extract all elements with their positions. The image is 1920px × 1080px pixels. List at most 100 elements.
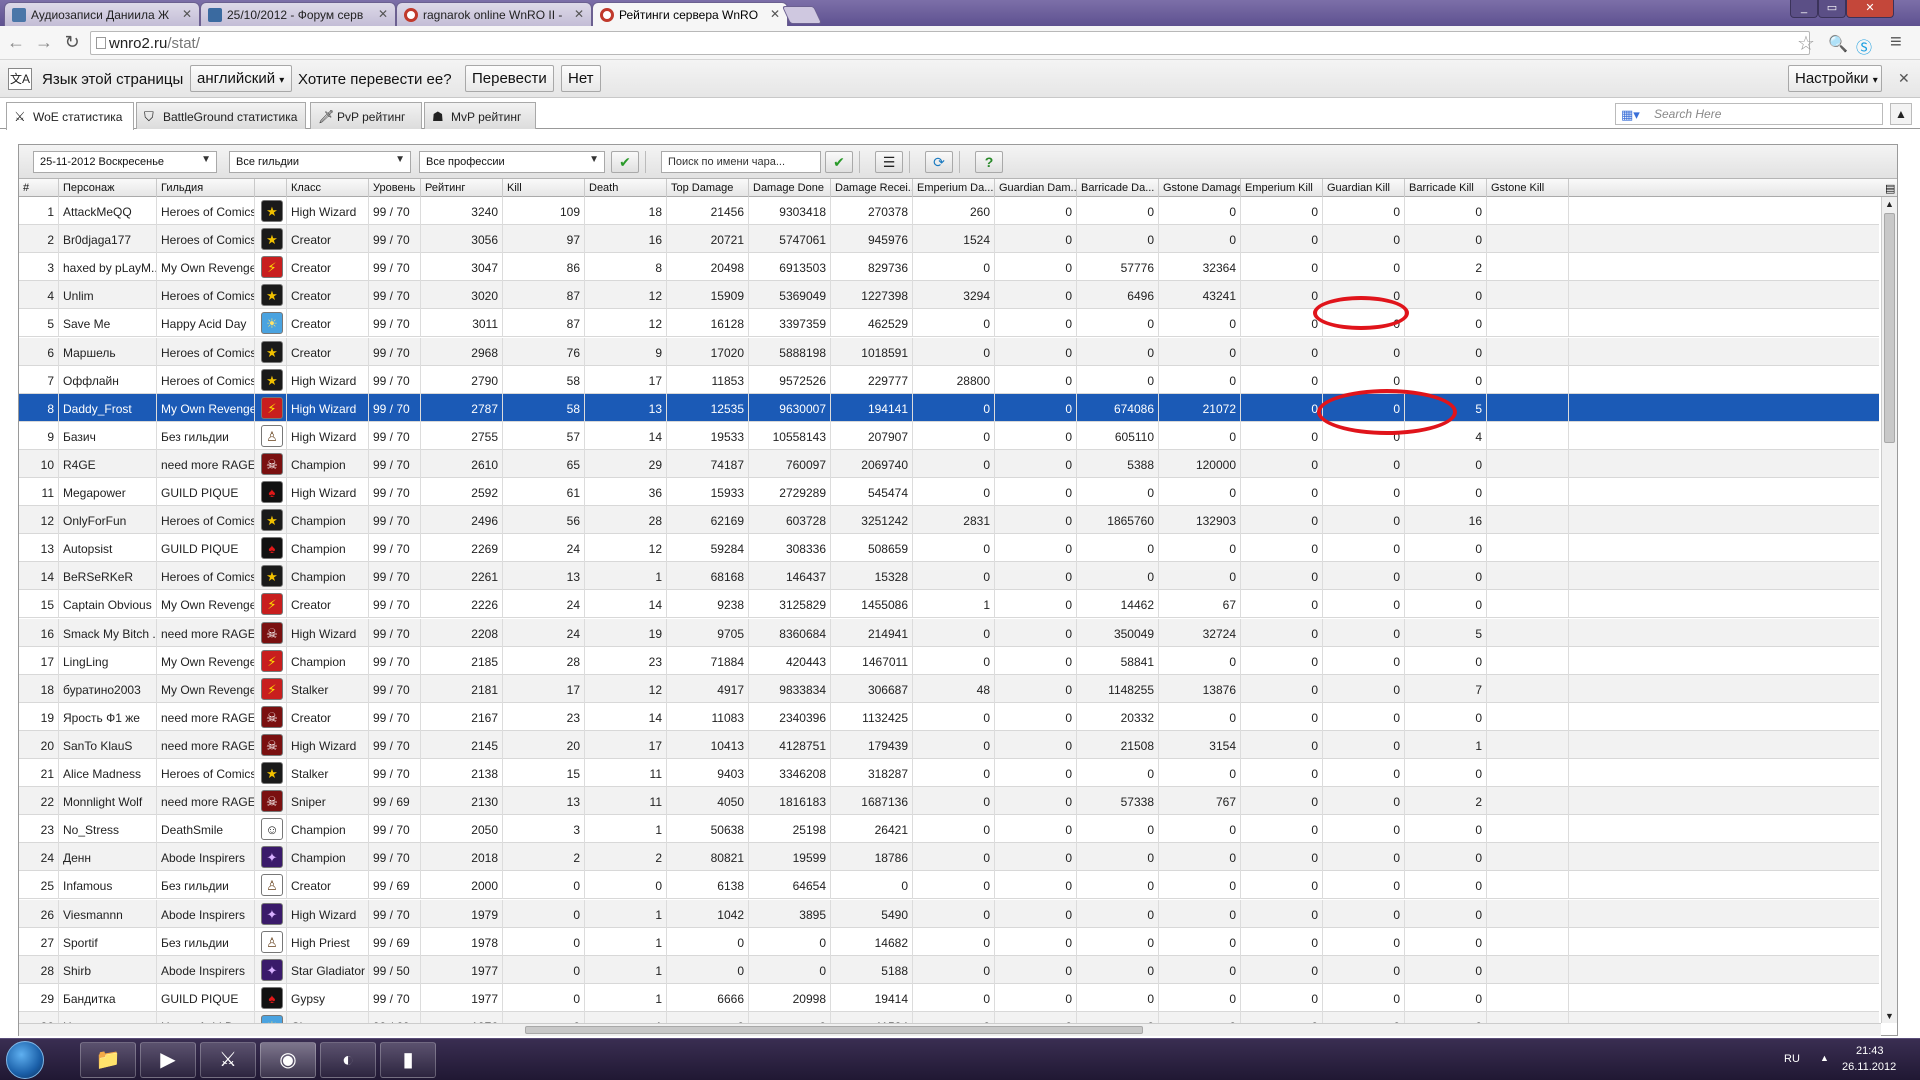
chevron-up-icon[interactable]: ▲: [1885, 199, 1894, 209]
table-row[interactable]: 30Herp-Happy Acid Day☀Clown99 / 69197601…: [19, 1012, 1879, 1023]
table-row[interactable]: 2 Br0djaga177 Heroes of Comics ★ Creator 99 /…: [19, 225, 1879, 253]
table-row[interactable]: 15 Captain Obvious My Own Revenge ⚡ Creator 9…: [19, 590, 1879, 618]
chevron-down-icon[interactable]: ▼: [1885, 1011, 1894, 1021]
column-header[interactable]: Barricade Da...: [1077, 179, 1159, 197]
column-header[interactable]: Персонаж: [59, 179, 157, 197]
language-indicator[interactable]: RU: [1784, 1053, 1800, 1065]
close-icon[interactable]: ✕: [182, 7, 192, 21]
column-header[interactable]: Emperium Kill: [1241, 179, 1323, 197]
translate-button[interactable]: Перевести: [465, 65, 554, 92]
table-row[interactable]: 8 Daddy_Frost My Own Revenge ⚡ High Wizard 99…: [19, 394, 1879, 422]
settings-button[interactable]: Настройки ▾: [1788, 65, 1882, 92]
table-row[interactable]: 21 Alice Madness Heroes of Comics ★ Stalker 9…: [19, 759, 1879, 787]
audio-app-icon[interactable]: ◐: [320, 1042, 376, 1078]
column-header[interactable]: Kill: [503, 179, 585, 197]
table-row[interactable]: 17 LingLing My Own Revenge ⚡ Champion 99 / 70…: [19, 647, 1879, 675]
table-row[interactable]: 19 Ярость Ф1 же need more RAGE ☠ Creator 99 /…: [19, 703, 1879, 731]
table-row[interactable]: 1 AttackMeQQ Heroes of Comics ★ High Wizard 9…: [19, 197, 1879, 225]
close-icon[interactable]: ✕: [378, 7, 388, 21]
column-header[interactable]: Guardian Kill: [1323, 179, 1405, 197]
column-header[interactable]: #: [19, 179, 59, 197]
table-row[interactable]: 25 Infamous Без гильдии ♙ Creator 99 / 69 2000…: [19, 871, 1879, 899]
clock-time[interactable]: 21:43: [1856, 1045, 1884, 1057]
clock-date[interactable]: 26.11.2012: [1842, 1061, 1896, 1073]
close-window-button[interactable]: ✕: [1846, 0, 1894, 18]
browser-tab-2[interactable]: 25/10/2012 - Форум серв ✕: [200, 2, 396, 26]
start-button[interactable]: [6, 1041, 44, 1079]
scroll-thumb[interactable]: [525, 1026, 1143, 1034]
column-header[interactable]: Top Damage: [667, 179, 749, 197]
column-header[interactable]: Damage Recei...: [831, 179, 913, 197]
tab-pvp[interactable]: 🗡 PvP рейтинг: [310, 102, 422, 129]
close-icon[interactable]: ✕: [770, 7, 780, 21]
game-icon[interactable]: ⚔: [200, 1042, 256, 1078]
table-row[interactable]: 20 SanTo KlauS need more RAGE ☠ High Wizard 9…: [19, 731, 1879, 759]
table-row[interactable]: 9 Базич Без гильдии ♙ High Wizard 99 / 70 2755…: [19, 422, 1879, 450]
refresh-button[interactable]: ⟳: [925, 151, 953, 173]
column-header[interactable]: Emperium Da...: [913, 179, 995, 197]
help-button[interactable]: ?: [975, 151, 1003, 173]
column-header[interactable]: Barricade Kill: [1405, 179, 1487, 197]
language-select[interactable]: английский ▾: [190, 65, 292, 92]
table-row[interactable]: 18 буратино2003 My Own Revenge ⚡ Stalker 99 /…: [19, 675, 1879, 703]
search-button[interactable]: ✔: [825, 151, 853, 173]
table-row[interactable]: 27 Sportif Без гильдии ♙ High Priest 99 / 69 1…: [19, 928, 1879, 956]
table-row[interactable]: 24 Денн Abode Inspirers ✦ Champion 99 / 70 201…: [19, 843, 1879, 871]
table-row[interactable]: 6 Маршель Heroes of Comics ★ Creator 99 / 70 2…: [19, 338, 1879, 366]
apply-filter-button[interactable]: ✔: [611, 151, 639, 173]
table-row[interactable]: 26 Viesmannn Abode Inspirers ✦ High Wizard 99…: [19, 900, 1879, 928]
reload-button[interactable]: ↻: [60, 31, 84, 55]
column-header[interactable]: Рейтинг: [421, 179, 503, 197]
table-row[interactable]: 3 haxed by pLayM... My Own Revenge ⚡ Creator…: [19, 253, 1879, 281]
column-header[interactable]: [255, 179, 287, 197]
tab-battleground[interactable]: ⛉ BattleGround статистика: [136, 102, 306, 129]
table-row[interactable]: 5 Save Me Happy Acid Day ☀ Creator 99 / 70 301…: [19, 309, 1879, 337]
profession-select[interactable]: Все профессии ▼: [419, 151, 605, 173]
column-menu-icon[interactable]: ▤: [1881, 179, 1897, 197]
table-row[interactable]: 13 Autopsist GUILD PIQUE ♠ Champion 99 / 70 22…: [19, 534, 1879, 562]
browser-tab-3[interactable]: ragnarok online WnRO II - ✕: [396, 2, 592, 26]
table-row[interactable]: 11 Megapower GUILD PIQUE ♠ High Wizard 99 / 7…: [19, 478, 1879, 506]
table-row[interactable]: 14 BeRSeRKeR Heroes of Comics ★ Champion 99 /…: [19, 562, 1879, 590]
column-header[interactable]: Уровень: [369, 179, 421, 197]
table-row[interactable]: 23 No_Stress DeathSmile ☺ Champion 99 / 70 205…: [19, 815, 1879, 843]
chrome-icon[interactable]: ◉: [260, 1042, 316, 1078]
column-header[interactable]: Death: [585, 179, 667, 197]
star-icon[interactable]: ☆: [1797, 31, 1815, 56]
table-row[interactable]: 16 Smack My Bitch ... need more RAGE ☠ High …: [19, 619, 1879, 647]
explorer-icon[interactable]: 📁: [80, 1042, 136, 1078]
column-header[interactable]: Гильдия: [157, 179, 255, 197]
browser-tab-4[interactable]: Рейтинги сервера WnRO ✕: [592, 2, 788, 27]
table-row[interactable]: 22 Monnlight Wolf need more RAGE ☠ Sniper 99 …: [19, 787, 1879, 815]
horizontal-scrollbar[interactable]: [19, 1023, 1881, 1036]
url-input[interactable]: wnro2.ru/stat/: [90, 31, 1810, 55]
close-icon[interactable]: ✕: [574, 7, 584, 21]
skype-icon[interactable]: Ⓢ: [1856, 34, 1872, 58]
browser-tab-1[interactable]: Аудиозаписи Даниила Ж ✕: [4, 2, 200, 26]
close-icon[interactable]: ✕: [1898, 70, 1910, 87]
table-row[interactable]: 29 Бандитка GUILD PIQUE ♠ Gypsy 99 / 70 1977 0 1…: [19, 984, 1879, 1012]
network-tool-icon[interactable]: ▮: [380, 1042, 436, 1078]
forward-button[interactable]: →: [32, 31, 56, 55]
search-extension-icon[interactable]: 🔍: [1828, 34, 1848, 54]
scroll-thumb[interactable]: [1884, 213, 1895, 443]
columns-button[interactable]: ☰: [875, 151, 903, 173]
table-row[interactable]: 10 R4GE need more RAGE ☠ Champion 99 / 70 2610…: [19, 450, 1879, 478]
search-input[interactable]: ▦▾ Search Here: [1615, 103, 1883, 125]
table-row[interactable]: 4 Unlim Heroes of Comics ★ Creator 99 / 70 302…: [19, 281, 1879, 309]
table-row[interactable]: 28 Shirb Abode Inspirers ✦ Star Gladiator 99 …: [19, 956, 1879, 984]
date-select[interactable]: 25-11-2012 Воскресенье ▼: [33, 151, 217, 173]
tray-expand-icon[interactable]: ▲: [1820, 1053, 1829, 1063]
column-header[interactable]: Damage Done: [749, 179, 831, 197]
collapse-button[interactable]: ▲: [1890, 103, 1912, 125]
minimize-button[interactable]: _: [1790, 0, 1818, 18]
column-header[interactable]: Класс: [287, 179, 369, 197]
vertical-scrollbar[interactable]: ▲ ▼: [1881, 197, 1897, 1023]
tab-mvp[interactable]: ☗ MvP рейтинг: [424, 102, 536, 129]
guild-select[interactable]: Все гильдии ▼: [229, 151, 411, 173]
no-button[interactable]: Нет: [561, 65, 601, 92]
media-player-icon[interactable]: ▶: [140, 1042, 196, 1078]
back-button[interactable]: ←: [4, 31, 28, 55]
column-header[interactable]: Gstone Kill: [1487, 179, 1569, 197]
tab-woe[interactable]: ⚔ WoE статистика: [6, 102, 134, 130]
